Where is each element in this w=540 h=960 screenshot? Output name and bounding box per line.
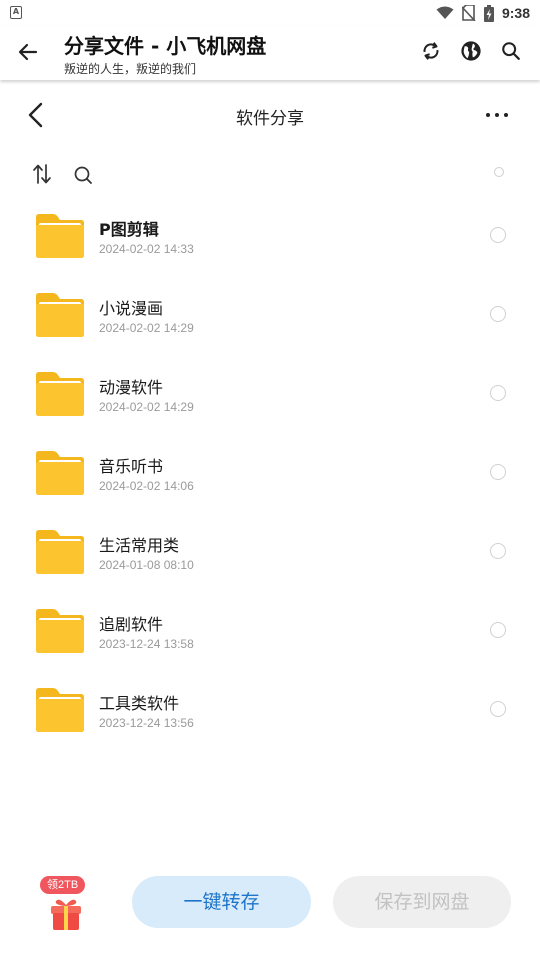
more-icon[interactable] <box>484 102 510 128</box>
gift-button[interactable]: 领2TB <box>38 876 94 940</box>
folder-icon <box>36 609 84 653</box>
file-checkbox[interactable] <box>490 543 506 559</box>
folder-icon <box>36 214 84 258</box>
list-item[interactable]: 动漫软件 2024-02-02 14:29 <box>0 354 540 433</box>
list-item[interactable]: 音乐听书 2024-02-02 14:06 <box>0 433 540 512</box>
file-date: 2024-02-02 14:29 <box>99 321 194 335</box>
wifi-icon <box>436 6 454 19</box>
list-item[interactable]: 追剧软件 2023-12-24 13:58 <box>0 591 540 670</box>
file-checkbox[interactable] <box>490 385 506 401</box>
clock: 9:38 <box>501 5 530 21</box>
app-title: 分享文件 - 小飞机网盘 <box>64 34 267 58</box>
file-name: 音乐听书 <box>99 457 164 476</box>
list-item[interactable]: 生活常用类 2024-01-08 08:10 <box>0 512 540 591</box>
list-item[interactable]: 小说漫画 2024-02-02 14:29 <box>0 275 540 354</box>
search-icon[interactable] <box>72 164 94 186</box>
status-bar: A 9:38 <box>0 0 540 26</box>
search-button[interactable] <box>500 40 522 62</box>
bottom-bar: 领2TB 一键转存 保存到网盘 <box>0 868 540 938</box>
folder-icon <box>36 293 84 337</box>
file-checkbox[interactable] <box>490 306 506 322</box>
battery-charging-icon <box>483 4 494 22</box>
folder-icon <box>36 688 84 732</box>
status-icons: 9:38 <box>436 3 530 23</box>
file-name: 小说漫画 <box>99 299 164 318</box>
list-item[interactable]: 工具类软件 2023-12-24 13:56 <box>0 670 540 749</box>
globe-icon <box>461 41 481 61</box>
file-name: 动漫软件 <box>99 378 164 397</box>
app-bar: 分享文件 - 小飞机网盘 叛逆的人生，叛逆的我们 <box>0 26 540 80</box>
file-date: 2023-12-24 13:58 <box>99 637 194 651</box>
file-date: 2024-01-08 08:10 <box>99 558 194 572</box>
refresh-button[interactable] <box>420 40 442 62</box>
save-to-drive-button[interactable]: 保存到网盘 <box>333 876 511 928</box>
file-checkbox[interactable] <box>490 227 506 243</box>
folder-icon <box>36 530 84 574</box>
list-toolbar <box>0 160 540 190</box>
share-header: 软件分享 <box>0 90 540 140</box>
share-title: 软件分享 <box>236 109 304 129</box>
file-name: 追剧软件 <box>99 615 164 634</box>
sort-icon[interactable] <box>32 163 52 185</box>
file-name: 工具类软件 <box>99 694 180 713</box>
file-date: 2024-02-02 14:06 <box>99 479 194 493</box>
folder-icon <box>36 372 84 416</box>
folder-icon <box>36 451 84 495</box>
no-sim-icon <box>461 5 476 21</box>
app-bar-actions <box>420 40 522 62</box>
file-checkbox[interactable] <box>490 701 506 717</box>
search-icon <box>502 42 520 60</box>
browser-button[interactable] <box>460 40 482 62</box>
file-name: 生活常用类 <box>99 536 180 555</box>
notification-app-icon: A <box>10 6 22 19</box>
one-click-transfer-button[interactable]: 一键转存 <box>132 876 311 928</box>
file-checkbox[interactable] <box>490 622 506 638</box>
list-item[interactable]: P图剪辑 2024-02-02 14:33 <box>0 196 540 275</box>
gift-badge: 领2TB <box>40 876 86 894</box>
app-subtitle: 叛逆的人生，叛逆的我们 <box>64 62 197 76</box>
back-arrow-icon[interactable] <box>16 40 40 64</box>
refresh-icon <box>423 42 439 60</box>
file-date: 2023-12-24 13:56 <box>99 716 194 730</box>
file-date: 2024-02-02 14:29 <box>99 400 194 414</box>
file-date: 2024-02-02 14:33 <box>99 242 194 256</box>
gift-icon <box>51 899 81 930</box>
file-list: P图剪辑 2024-02-02 14:33 小说漫画 2024-02-02 14… <box>0 196 540 749</box>
file-checkbox[interactable] <box>490 464 506 480</box>
file-name: P图剪辑 <box>99 220 159 239</box>
select-all-checkbox[interactable] <box>494 167 504 177</box>
